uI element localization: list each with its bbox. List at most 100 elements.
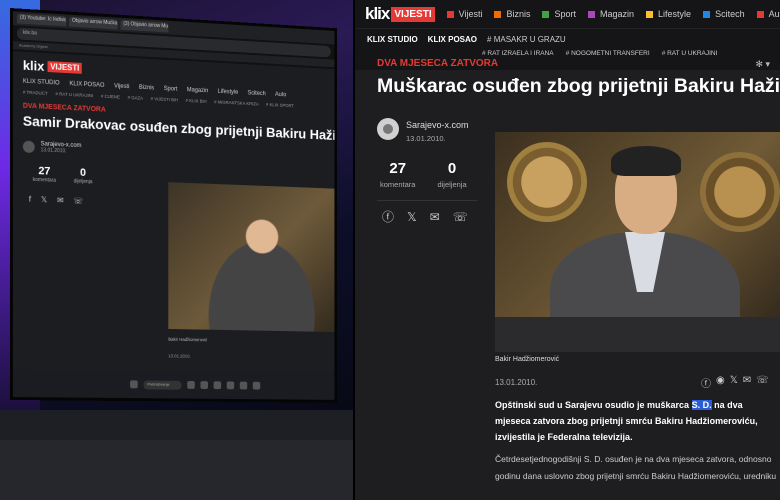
shares-count: 0 bbox=[447, 160, 457, 177]
comments-stat[interactable]: 27 komentara bbox=[380, 160, 415, 189]
selected-text[interactable]: S. D. bbox=[691, 400, 712, 410]
tag-link[interactable]: # RAT IZRAELA I IRANA bbox=[482, 50, 554, 57]
browser-tab[interactable]: (3) Objavio arrow Mućkac bbox=[120, 19, 169, 33]
shares-stat: 0 dijeljenja bbox=[437, 160, 466, 189]
monitor-photo: (3) Youtube: Ic Individualni Objavio arr… bbox=[10, 8, 338, 403]
user-icon bbox=[383, 124, 393, 134]
site-screenshot: klix VIJESTI Vijesti Biznis Sport Magazi… bbox=[353, 0, 780, 500]
facebook-icon[interactable]: ⓕ bbox=[701, 375, 711, 390]
site-logo[interactable]: klix VIJESTI bbox=[365, 4, 435, 24]
tag-link[interactable]: # RAT U UKRAJINI bbox=[56, 91, 94, 98]
article-body: Četrdesetjednogodišnji S. D. osuđen je n… bbox=[495, 454, 777, 481]
author-block: Sarajevo-x.com 13.01.2010. bbox=[22, 140, 325, 166]
tag-link[interactable]: # GAZA bbox=[128, 95, 143, 101]
publish-date: 13.01.2010. bbox=[406, 134, 446, 143]
logo-badge: VIJESTI bbox=[391, 6, 435, 22]
monitor-page: klix VIJESTI KLIX STUDIO KLIX POSAO Vije… bbox=[12, 51, 338, 374]
nav-item[interactable]: Magazin bbox=[187, 87, 208, 94]
subnav-row: KLIX STUDIO KLIX POSAO # MASAKR U GRAZU bbox=[367, 35, 768, 44]
tag-link[interactable]: # NOGOMETNI TRANSFERI bbox=[566, 50, 650, 57]
browser-tab[interactable]: (3) Youtube: Ic Individualni bbox=[16, 13, 67, 27]
screenshot-stage: (3) Youtube: Ic Individualni Objavio arr… bbox=[0, 0, 780, 500]
category-biznis[interactable]: Biznis bbox=[494, 9, 530, 19]
tag-link[interactable]: # RAT U UKRAJINI bbox=[662, 50, 718, 57]
comments-stat[interactable]: 27 komentara bbox=[33, 165, 56, 184]
tag-link[interactable]: # MASAKR U GRAZU bbox=[487, 35, 566, 44]
category-label: Lifestyle bbox=[658, 9, 692, 19]
facebook-icon[interactable]: f bbox=[29, 195, 31, 204]
comments-label: komentara bbox=[380, 180, 416, 189]
app-icon[interactable] bbox=[252, 381, 261, 390]
start-icon[interactable] bbox=[130, 380, 138, 389]
category-label: Biznis bbox=[506, 9, 531, 19]
category-color-square bbox=[646, 10, 654, 18]
app-icon[interactable] bbox=[187, 381, 195, 389]
nav-item[interactable]: Vijesti bbox=[114, 83, 129, 90]
nav-item[interactable]: KLIX STUDIO bbox=[23, 79, 60, 87]
comments-label: komentara bbox=[32, 176, 56, 184]
subnav-tags-row: # RAT IZRAELA I IRANA # NOGOMETNI TRANSF… bbox=[482, 50, 768, 57]
tag-link[interactable]: # MIGRANTSKA KRIZA bbox=[214, 99, 259, 106]
nav-item[interactable]: Scitech bbox=[248, 90, 266, 97]
author-name[interactable]: Sarajevo-x.com bbox=[406, 120, 469, 130]
divider bbox=[377, 200, 477, 201]
category-scitech[interactable]: Scitech bbox=[703, 9, 745, 19]
tag-link[interactable]: # CIJENE bbox=[101, 94, 120, 100]
desk-edge bbox=[0, 440, 360, 500]
nav-item[interactable]: Lifestyle bbox=[218, 89, 239, 96]
desk bbox=[495, 317, 780, 352]
mail-icon[interactable]: ✉ bbox=[430, 210, 440, 224]
x-icon[interactable]: 𝕏 bbox=[730, 375, 738, 390]
app-icon[interactable] bbox=[213, 381, 222, 390]
browser-tab[interactable]: Objavio arrow Mućkac bbox=[69, 16, 118, 30]
viber-icon[interactable]: ☏ bbox=[73, 196, 83, 205]
shares-label: dijeljenja bbox=[73, 178, 93, 186]
article-date: 13.01.2010. bbox=[495, 378, 538, 387]
category-color-square bbox=[703, 10, 711, 18]
klix-studio-link[interactable]: KLIX STUDIO bbox=[367, 35, 418, 44]
share-buttons: ⓕ 𝕏 ✉ ☏ bbox=[382, 208, 468, 225]
shares-label: dijeljenja bbox=[437, 180, 467, 189]
category-color-square bbox=[494, 10, 502, 18]
x-icon[interactable]: 𝕏 bbox=[407, 210, 417, 224]
app-icon[interactable] bbox=[226, 381, 235, 390]
author-block: Sarajevo-x.com 13.01.2010. bbox=[377, 118, 469, 143]
article-photo[interactable] bbox=[495, 132, 780, 352]
tag-link[interactable]: # KLIX BIH bbox=[186, 98, 207, 104]
klix-posao-link[interactable]: KLIX POSAO bbox=[428, 35, 477, 44]
nav-item[interactable]: Sport bbox=[164, 86, 178, 93]
tag-link[interactable]: # KLIX SPORT bbox=[266, 102, 294, 108]
shares-count: 0 bbox=[80, 166, 87, 179]
tag-link[interactable]: # VIJESTI BiH bbox=[151, 96, 178, 102]
nav-item[interactable]: KLIX POSAO bbox=[69, 81, 104, 89]
viber-icon[interactable]: ☏ bbox=[756, 375, 769, 390]
person-hair bbox=[611, 146, 681, 176]
taskbar-search[interactable]: Pretraživanje bbox=[143, 380, 182, 390]
category-magazin[interactable]: Magazin bbox=[588, 9, 634, 19]
lead-text: Opštinski sud u Sarajevu osudio je muška… bbox=[495, 400, 692, 410]
mail-icon[interactable]: ✉ bbox=[743, 375, 751, 390]
category-sport[interactable]: Sport bbox=[542, 9, 576, 19]
category-color-square bbox=[588, 10, 595, 18]
category-lifestyle[interactable]: Lifestyle bbox=[646, 9, 691, 19]
messenger-icon[interactable]: ◉ bbox=[716, 375, 725, 390]
nav-item[interactable]: Biznis bbox=[139, 85, 154, 92]
logo-text: klix bbox=[365, 4, 390, 23]
article-date: 13.01.2010. bbox=[168, 353, 191, 359]
facebook-icon[interactable]: ⓕ bbox=[382, 208, 394, 225]
app-icon[interactable] bbox=[239, 381, 248, 390]
category-label: Magazin bbox=[600, 9, 635, 19]
nav-item[interactable]: Auto bbox=[275, 92, 286, 98]
mail-icon[interactable]: ✉ bbox=[57, 196, 64, 205]
viber-icon[interactable]: ☏ bbox=[453, 210, 468, 224]
category-label: Vijesti bbox=[458, 9, 483, 19]
background-coin bbox=[507, 142, 587, 222]
x-icon[interactable]: 𝕏 bbox=[41, 195, 47, 204]
category-color-square bbox=[446, 10, 454, 18]
app-icon[interactable] bbox=[200, 381, 208, 390]
category-vijesti[interactable]: Vijesti bbox=[446, 9, 483, 19]
shares-stat: 0 dijeljenja bbox=[73, 166, 93, 186]
logo-badge: VIJESTI bbox=[47, 61, 83, 74]
tag-link[interactable]: # TRADUCT bbox=[23, 90, 48, 96]
category-auto[interactable]: Auto bbox=[756, 9, 780, 19]
